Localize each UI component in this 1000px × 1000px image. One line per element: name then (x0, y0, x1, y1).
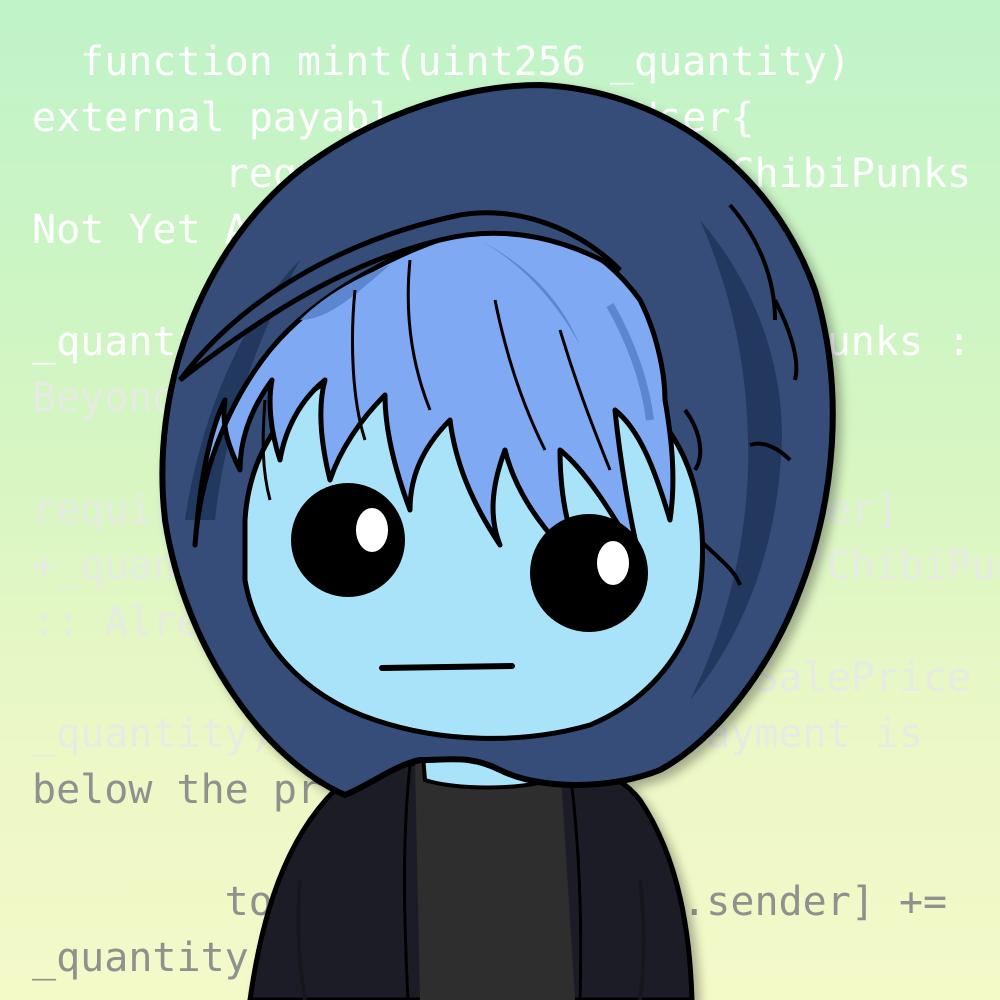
chibi-character (159, 81, 836, 1000)
avatar-artwork: function mint(uint256 _quantity) externa… (0, 0, 1000, 1000)
right-eye (530, 514, 648, 632)
left-eye (291, 483, 405, 597)
jacket (247, 757, 695, 1000)
mouth (379, 663, 515, 671)
